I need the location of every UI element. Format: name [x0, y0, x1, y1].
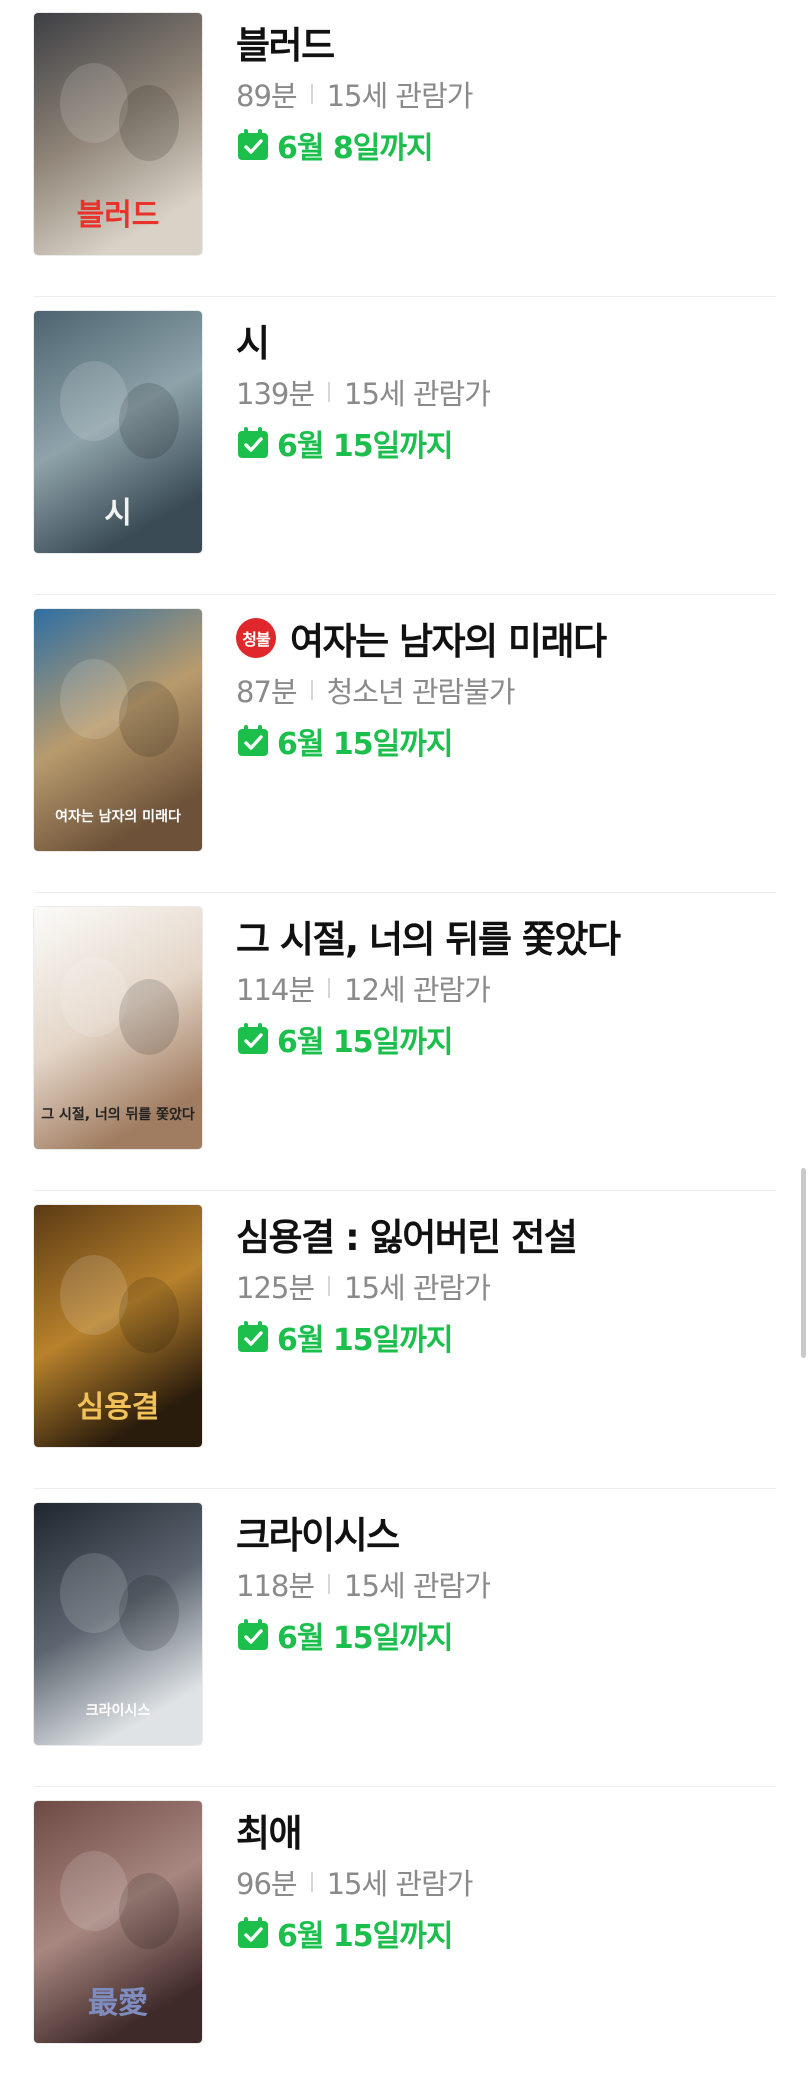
availability-row: 6월 15일까지	[236, 718, 776, 764]
movie-poster[interactable]: 시	[34, 311, 202, 553]
calendar-check-icon	[238, 1023, 268, 1054]
movie-runtime: 125분	[236, 1271, 315, 1305]
movie-list-item[interactable]: 심용결 심용결 : 잃어버린 전설 125분 15세 관람가 6월 15일까지	[34, 1191, 776, 1489]
movie-info: 최애 96분 15세 관람가 6월 15일까지	[236, 1805, 776, 1956]
movie-poster[interactable]: 심용결	[34, 1205, 202, 1447]
availability-row: 6월 8일까지	[236, 122, 776, 168]
available-until-text: 6월 15일까지	[277, 1621, 453, 1656]
availability-row: 6월 15일까지	[236, 1612, 776, 1658]
calendar-check-icon	[238, 129, 268, 160]
calendar-check-icon	[238, 1619, 268, 1650]
poster-title-text: 블러드	[77, 198, 160, 233]
meta-divider	[310, 1872, 313, 1892]
movie-poster[interactable]: 그 시절, 너의 뒤를 쫓았다	[34, 907, 202, 1149]
availability-row: 6월 15일까지	[236, 1910, 776, 1956]
meta-divider	[328, 978, 331, 998]
calendar-check-icon	[238, 1917, 268, 1948]
movie-title[interactable]: 시	[236, 313, 270, 367]
movie-list-item[interactable]: 最愛 최애 96분 15세 관람가 6월 15일까지	[34, 1787, 776, 2085]
movie-runtime: 139분	[236, 377, 315, 411]
calendar-check-icon	[238, 427, 268, 458]
movie-meta: 89분 15세 관람가	[236, 71, 776, 117]
movie-runtime: 118분	[236, 1569, 315, 1603]
movie-rating: 청소년 관람불가	[326, 675, 516, 709]
meta-divider	[328, 382, 331, 402]
availability-row: 6월 15일까지	[236, 1314, 776, 1360]
movie-title[interactable]: 최애	[236, 1803, 303, 1857]
movie-list-item[interactable]: 블러드 블러드 89분 15세 관람가 6월 8일까지	[34, 0, 776, 297]
scrollbar[interactable]	[801, 1168, 806, 1358]
meta-divider	[328, 1574, 331, 1594]
movie-title-row: 크라이시스	[236, 1507, 776, 1557]
movie-info: 시 139분 15세 관람가 6월 15일까지	[236, 315, 776, 466]
poster-title-text: 크라이시스	[86, 1702, 151, 1719]
available-until-text: 6월 8일까지	[277, 131, 434, 166]
movie-title[interactable]: 심용결 : 잃어버린 전설	[236, 1207, 578, 1261]
movie-rating: 15세 관람가	[344, 1271, 491, 1305]
movie-title[interactable]: 블러드	[236, 15, 335, 69]
movie-list-item[interactable]: 그 시절, 너의 뒤를 쫓았다 그 시절, 너의 뒤를 쫓았다 114분 12세 관람…	[34, 893, 776, 1191]
movie-title-row: 심용결 : 잃어버린 전설	[236, 1209, 776, 1259]
available-until-text: 6월 15일까지	[277, 1025, 453, 1060]
age-restriction-badge: 청불	[236, 618, 276, 658]
movie-meta: 114분 12세 관람가	[236, 965, 776, 1011]
movie-rating: 15세 관람가	[344, 1569, 491, 1603]
movie-title-row: 최애	[236, 1805, 776, 1855]
movie-list-item[interactable]: 시 시 139분 15세 관람가 6월 15일까지	[34, 297, 776, 595]
movie-title-row: 시	[236, 315, 776, 365]
availability-row: 6월 15일까지	[236, 1016, 776, 1062]
movie-meta: 87분 청소년 관람불가	[236, 667, 776, 713]
movie-meta: 125분 15세 관람가	[236, 1263, 776, 1309]
meta-divider	[310, 680, 313, 700]
poster-title-text: 여자는 남자의 미래다	[55, 808, 181, 825]
movie-list-item[interactable]: 여자는 남자의 미래다 청불 여자는 남자의 미래다 87분 청소년 관람불가 6월 15…	[34, 595, 776, 893]
movie-info: 그 시절, 너의 뒤를 쫓았다 114분 12세 관람가 6월 15일까지	[236, 911, 776, 1062]
movie-rating: 15세 관람가	[344, 377, 491, 411]
calendar-check-icon	[238, 1321, 268, 1352]
movie-title-row: 블러드	[236, 17, 776, 67]
movie-poster[interactable]: 블러드	[34, 13, 202, 255]
movie-title-row: 청불 여자는 남자의 미래다	[236, 613, 776, 663]
available-until-text: 6월 15일까지	[277, 1323, 453, 1358]
meta-divider	[310, 84, 313, 104]
movie-info: 청불 여자는 남자의 미래다 87분 청소년 관람불가 6월 15일까지	[236, 613, 776, 764]
movie-rating: 12세 관람가	[344, 973, 491, 1007]
movie-rating: 15세 관람가	[326, 1867, 474, 1901]
available-until-text: 6월 15일까지	[277, 429, 453, 464]
meta-divider	[328, 1276, 331, 1296]
available-until-text: 6월 15일까지	[277, 1919, 453, 1954]
movie-info: 블러드 89분 15세 관람가 6월 8일까지	[236, 17, 776, 168]
poster-title-text: 시	[104, 496, 132, 531]
poster-title-text: 最愛	[88, 1986, 148, 2021]
movie-title-row: 그 시절, 너의 뒤를 쫓았다	[236, 911, 776, 961]
movie-info: 심용결 : 잃어버린 전설 125분 15세 관람가 6월 15일까지	[236, 1209, 776, 1360]
movie-title[interactable]: 그 시절, 너의 뒤를 쫓았다	[236, 909, 621, 963]
movie-runtime: 114분	[236, 973, 315, 1007]
movie-list-item[interactable]: 크라이시스 크라이시스 118분 15세 관람가 6월 15일까지	[34, 1489, 776, 1787]
movie-meta: 118분 15세 관람가	[236, 1561, 776, 1607]
movie-title[interactable]: 크라이시스	[236, 1505, 400, 1559]
movie-title[interactable]: 여자는 남자의 미래다	[290, 611, 607, 665]
calendar-check-icon	[238, 725, 268, 756]
movie-runtime: 89분	[236, 79, 298, 113]
availability-row: 6월 15일까지	[236, 420, 776, 466]
movie-meta: 96분 15세 관람가	[236, 1859, 776, 1905]
movie-meta: 139분 15세 관람가	[236, 369, 776, 415]
movie-rating: 15세 관람가	[326, 79, 474, 113]
movie-runtime: 87분	[236, 675, 298, 709]
movie-runtime: 96분	[236, 1867, 298, 1901]
movie-info: 크라이시스 118분 15세 관람가 6월 15일까지	[236, 1507, 776, 1658]
movie-poster[interactable]: 크라이시스	[34, 1503, 202, 1745]
movie-poster[interactable]: 여자는 남자의 미래다	[34, 609, 202, 851]
available-until-text: 6월 15일까지	[277, 727, 453, 762]
poster-title-text: 심용결	[77, 1390, 160, 1425]
movie-poster[interactable]: 最愛	[34, 1801, 202, 2043]
poster-title-text: 그 시절, 너의 뒤를 쫓았다	[41, 1106, 195, 1123]
